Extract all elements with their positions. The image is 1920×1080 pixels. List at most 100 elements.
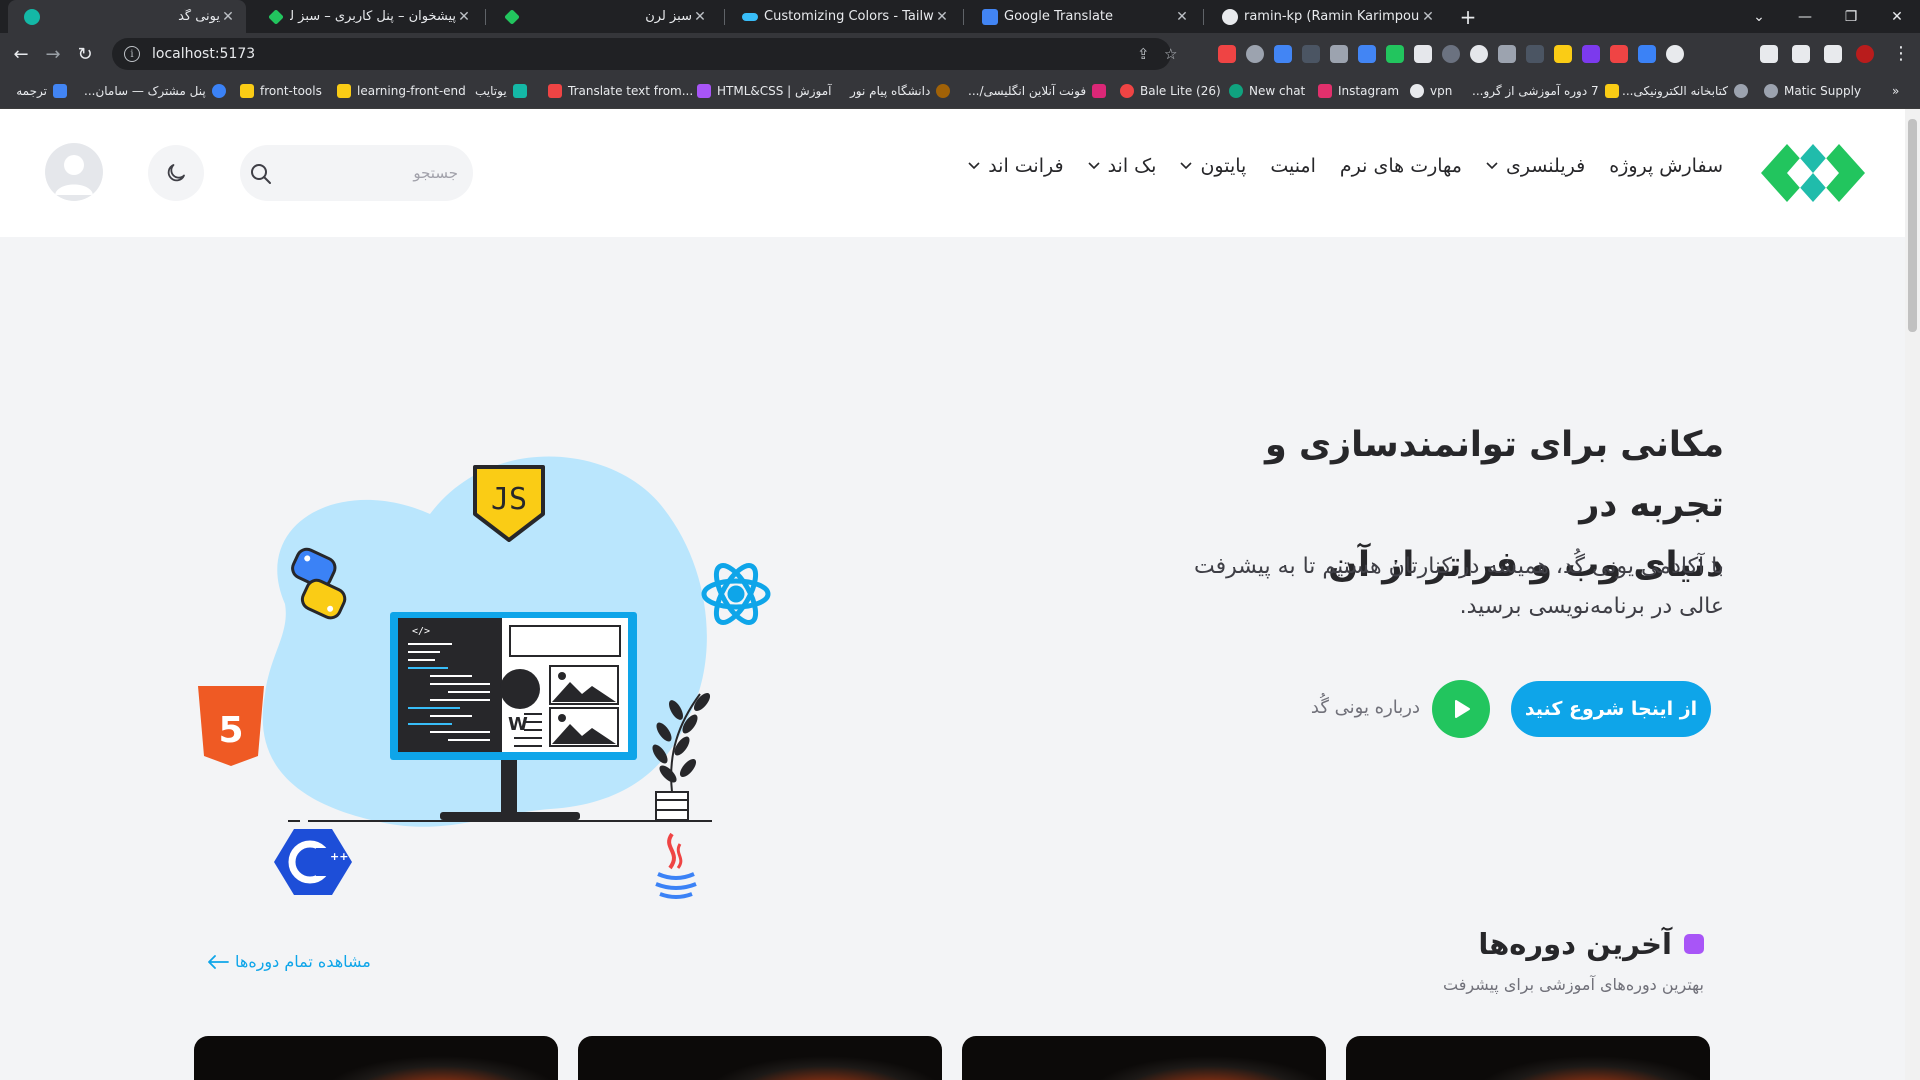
extension-icon[interactable]	[1330, 45, 1348, 63]
puzzle-icon[interactable]	[1760, 45, 1778, 63]
extension-icon[interactable]	[1246, 45, 1264, 63]
bookmark-folder[interactable]: front-tools	[240, 84, 322, 98]
about-unigood-link[interactable]: درباره یونی گُد	[1311, 697, 1420, 718]
extension-icon[interactable]	[1526, 45, 1544, 63]
extension-icon[interactable]	[1666, 45, 1684, 63]
bookmarks-bar: ترجمه پنل مشترک — سامان... front-tools l…	[0, 76, 1920, 109]
tab-strip: یونی گُد ✕ پیشخوان – پنل کاربری – سبز لر…	[0, 0, 1920, 33]
extension-icon[interactable]	[1218, 45, 1236, 63]
play-video-button[interactable]	[1432, 680, 1490, 738]
bookmark-item[interactable]: دانشگاه پیام نور	[850, 84, 951, 98]
nav-soft-skills[interactable]: مهارت های نرم	[1340, 155, 1462, 177]
nav-order-project[interactable]: سفارش پروژه	[1609, 155, 1723, 177]
bookmark-item[interactable]: Instagram	[1318, 84, 1399, 98]
site-info-icon[interactable]: i	[124, 46, 140, 62]
bookmark-item[interactable]: HTML&CSS | آموزش	[697, 84, 831, 98]
close-icon[interactable]: ✕	[456, 9, 472, 25]
tab-google-translate[interactable]: Google Translate ✕	[966, 0, 1200, 33]
share-icon[interactable]: ⇪	[1137, 45, 1150, 63]
scrollbar-thumb[interactable]	[1908, 119, 1917, 332]
start-here-button[interactable]: از اینجا شروع کنید	[1511, 681, 1711, 737]
close-icon[interactable]: ✕	[934, 9, 950, 25]
user-avatar[interactable]	[45, 143, 103, 201]
nav-backend[interactable]: بک اند	[1087, 155, 1156, 177]
bookmarks-overflow-icon[interactable]: »	[1892, 84, 1899, 98]
user-icon	[45, 143, 103, 201]
bookmark-icon	[1092, 84, 1107, 98]
reload-button[interactable]: ↻	[70, 39, 100, 69]
bookmark-item[interactable]: کتابخانه الکترونیکی...	[1622, 84, 1749, 98]
close-icon[interactable]: ✕	[1420, 9, 1436, 25]
theme-toggle-button[interactable]	[148, 145, 204, 201]
bookmark-item[interactable]: Translate text from...	[548, 84, 693, 98]
tab-unigood[interactable]: یونی گُد ✕	[8, 0, 246, 33]
nav-security[interactable]: امنیت	[1270, 155, 1316, 177]
extension-icon[interactable]	[1582, 45, 1600, 63]
side-panel-icon[interactable]	[1824, 45, 1842, 63]
site-header: فرانت اند بک اند پایتون امنیت مهارت های …	[0, 109, 1905, 237]
bookmark-item[interactable]: 7 دوره آموزشی از گرو...	[1472, 84, 1619, 98]
bookmark-icon	[1764, 84, 1778, 98]
tab-sabzlearn[interactable]: سبز لرن ✕	[488, 0, 718, 33]
close-icon[interactable]: ✕	[220, 9, 236, 25]
extension-icon[interactable]	[1610, 45, 1628, 63]
page-scrollbar[interactable]	[1905, 109, 1920, 1080]
unigood-logo[interactable]	[1761, 144, 1865, 202]
extension-icon[interactable]	[1274, 45, 1292, 63]
menu-dots-icon[interactable]: ⋮	[1892, 43, 1910, 64]
bookmark-item[interactable]: یوتایب	[475, 84, 527, 98]
close-icon[interactable]: ✕	[692, 9, 708, 25]
forward-button[interactable]: →	[38, 39, 68, 69]
course-card[interactable]	[1346, 1036, 1710, 1080]
bookmark-star-icon[interactable]: ☆	[1164, 45, 1177, 63]
search-icon[interactable]	[250, 163, 272, 185]
bookmark-item[interactable]: فونت آنلاین انگلیسی/...	[968, 84, 1107, 98]
search-input[interactable]	[288, 145, 458, 201]
close-window-button[interactable]: ✕	[1874, 0, 1920, 33]
extension-icon[interactable]	[1414, 45, 1432, 63]
extension-icon[interactable]	[1386, 45, 1404, 63]
course-card[interactable]	[962, 1036, 1326, 1080]
new-tab-button[interactable]: +	[1455, 4, 1481, 30]
bookmark-item[interactable]: vpn	[1410, 84, 1452, 98]
hero-illustration: </> W JS 5 ++	[198, 456, 771, 899]
nav-freelancing[interactable]: فریلنسری	[1486, 155, 1585, 177]
bookmark-item[interactable]: New chat	[1229, 84, 1305, 98]
extension-icon[interactable]	[1302, 45, 1320, 63]
extension-icon[interactable]	[1498, 45, 1516, 63]
sabzlearn-tab-icon	[504, 8, 520, 25]
bookmark-folder[interactable]: learning-front-end	[337, 84, 466, 98]
back-button[interactable]: ←	[6, 39, 36, 69]
restore-button[interactable]: ❐	[1828, 0, 1874, 33]
bookmark-item[interactable]: Matic Supply	[1764, 84, 1861, 98]
arrow-left-icon	[208, 954, 229, 969]
minimize-button[interactable]: —	[1782, 0, 1828, 33]
bookmark-item[interactable]: پنل مشترک — سامان...	[84, 84, 226, 98]
extension-icon[interactable]	[1358, 45, 1376, 63]
course-card[interactable]	[578, 1036, 942, 1080]
html5-badge-text: 5	[218, 710, 243, 751]
course-card[interactable]	[194, 1036, 558, 1080]
tab-search-chevron-icon[interactable]: ⌄	[1736, 0, 1782, 33]
js-badge-text: JS	[491, 482, 527, 517]
bookmark-item[interactable]: Bale Lite (26)	[1120, 84, 1221, 98]
folder-icon	[240, 84, 254, 98]
tab-tailwind[interactable]: Customizing Colors - Tailwind CSS ✕	[726, 0, 960, 33]
close-icon[interactable]: ✕	[1174, 9, 1190, 25]
view-all-courses-link[interactable]: مشاهده تمام دوره‌ها	[207, 952, 371, 971]
bookmark-item[interactable]: ترجمه	[16, 84, 67, 98]
folder-icon	[337, 84, 351, 98]
extension-icon[interactable]	[1470, 45, 1488, 63]
download-icon[interactable]	[1792, 45, 1810, 63]
address-bar[interactable]: i localhost:5173 ⇪ ☆	[112, 38, 1177, 70]
play-icon	[1455, 700, 1470, 718]
profile-avatar-icon[interactable]	[1856, 45, 1874, 63]
extension-icon[interactable]	[1554, 45, 1572, 63]
nav-frontend[interactable]: فرانت اند	[968, 155, 1064, 177]
tab-panel[interactable]: پیشخوان – پنل کاربری – سبز لرن ✕	[252, 0, 482, 33]
tab-github[interactable]: ramin-kp (Ramin Karimpour) ✕	[1206, 0, 1446, 33]
extension-icon[interactable]	[1442, 45, 1460, 63]
extension-icon[interactable]	[1638, 45, 1656, 63]
chevron-down-icon	[1087, 162, 1100, 170]
nav-python[interactable]: پایتون	[1180, 155, 1246, 177]
